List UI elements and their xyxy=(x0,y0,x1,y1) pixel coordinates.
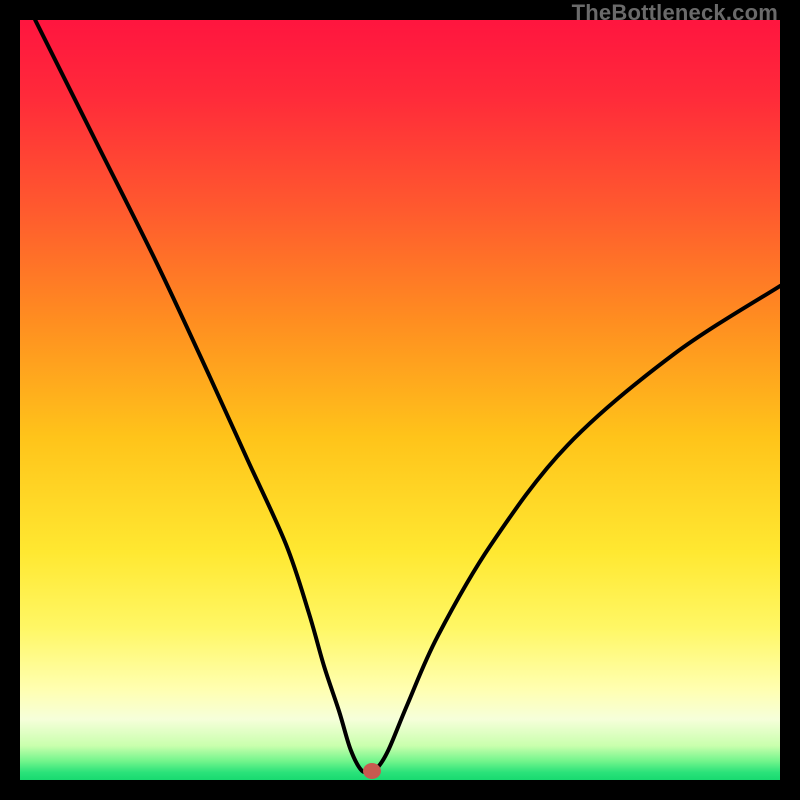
watermark-text: TheBottleneck.com xyxy=(572,0,778,26)
outer-frame: TheBottleneck.com xyxy=(0,0,800,800)
optimum-marker xyxy=(363,763,381,779)
bottleneck-curve xyxy=(35,20,780,772)
plot-area xyxy=(20,20,780,780)
chart-lines xyxy=(20,20,780,780)
